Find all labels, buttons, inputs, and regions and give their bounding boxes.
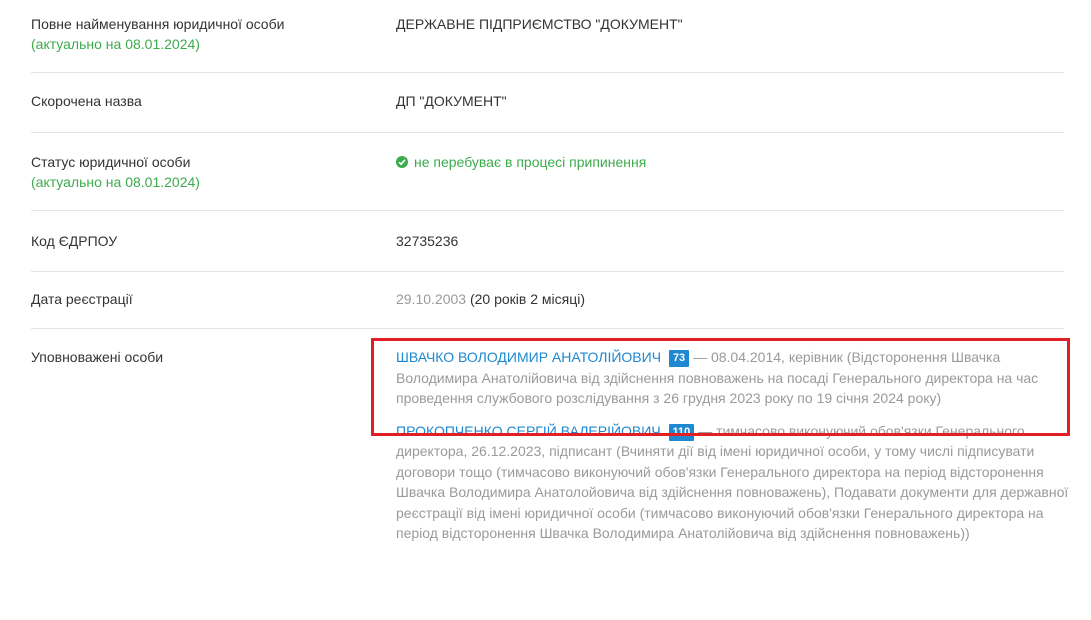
reg-date: 29.10.2003 bbox=[396, 291, 467, 307]
short-name-label: Скорочена назва bbox=[31, 93, 142, 109]
row-short-name: Скорочена назва ДП "ДОКУМЕНТ" bbox=[31, 90, 1064, 133]
short-name-value: ДП "ДОКУМЕНТ" bbox=[396, 93, 507, 109]
reg-date-label: Дата реєстрації bbox=[31, 291, 133, 307]
person-item: ПРОКОПЧЕНКО СЕРГІЙ ВАЛЕРІЙОВИЧ 110 — тим… bbox=[396, 421, 1071, 544]
person-details: — тимчасово виконуючий обов'язки Генерал… bbox=[396, 422, 1069, 542]
code-label: Код ЄДРПОУ bbox=[31, 233, 118, 249]
authorized-label: Уповноважені особи bbox=[31, 349, 164, 365]
highlight-box bbox=[371, 338, 1070, 436]
code-value: 32735236 bbox=[396, 233, 459, 249]
reg-age: (20 років 2 місяці) bbox=[469, 291, 586, 307]
full-name-label: Повне найменування юридичної особи (акту… bbox=[31, 14, 284, 54]
row-status: Статус юридичної особи (актуально на 08.… bbox=[31, 152, 1064, 211]
status-label: Статус юридичної особи (актуально на 08.… bbox=[31, 152, 200, 192]
row-code: Код ЄДРПОУ 32735236 bbox=[31, 231, 1064, 272]
row-reg-date: Дата реєстрації 29.10.2003 (20 років 2 м… bbox=[31, 289, 1064, 329]
row-full-name: Повне найменування юридичної особи (акту… bbox=[31, 14, 1064, 73]
full-name-value: ДЕРЖАВНЕ ПІДПРИЄМСТВО "ДОКУМЕНТ" bbox=[396, 16, 683, 32]
status-value: не перебуває в процесі припинення bbox=[396, 152, 646, 172]
status-text: не перебуває в процесі припинення bbox=[414, 154, 647, 170]
full-name-updated: (актуально на 08.01.2024) bbox=[31, 36, 200, 52]
full-name-label-text: Повне найменування юридичної особи bbox=[31, 16, 285, 32]
status-label-text: Статус юридичної особи bbox=[31, 154, 191, 170]
check-circle-icon bbox=[396, 156, 408, 168]
reg-date-value: 29.10.2003 (20 років 2 місяці) bbox=[396, 289, 585, 309]
company-details: Повне найменування юридичної особи (акту… bbox=[0, 0, 1091, 620]
status-updated: (актуально на 08.01.2024) bbox=[31, 174, 200, 190]
